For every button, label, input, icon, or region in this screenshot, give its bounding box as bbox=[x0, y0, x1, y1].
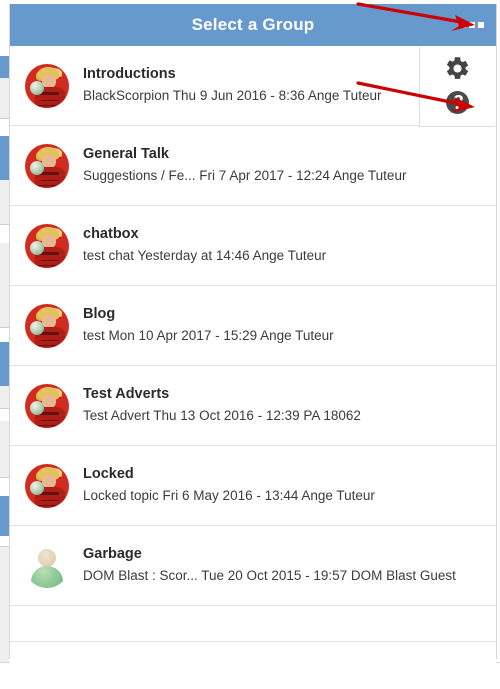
backdrop-strip bbox=[0, 421, 9, 477]
avatar bbox=[25, 383, 69, 428]
list-item[interactable]: General Talk Suggestions / Fe... Fri 7 A… bbox=[10, 126, 496, 206]
backdrop-strip bbox=[0, 536, 9, 546]
page-title: Select a Group bbox=[191, 15, 315, 34]
panel-header: Select a Group bbox=[10, 4, 496, 46]
group-subtitle: Locked topic Fri 6 May 2016 - 13:44 Ange… bbox=[83, 487, 375, 503]
list-item[interactable]: Locked Locked topic Fri 6 May 2016 - 13:… bbox=[10, 446, 496, 526]
group-title: Introductions bbox=[83, 65, 176, 82]
backdrop-strip bbox=[0, 243, 9, 327]
backdrop-strip bbox=[0, 136, 9, 180]
more-options-button[interactable] bbox=[456, 16, 488, 34]
avatar bbox=[25, 303, 69, 348]
backdrop-strip bbox=[0, 342, 9, 386]
list-item[interactable]: Test Adverts Test Advert Thu 13 Oct 2016… bbox=[10, 366, 496, 446]
group-list: Introductions BlackScorpion Thu 9 Jun 20… bbox=[10, 46, 496, 689]
backdrop-strip bbox=[0, 547, 9, 662]
group-title: Garbage bbox=[83, 545, 142, 562]
list-item-empty bbox=[10, 606, 496, 642]
avatar bbox=[25, 544, 69, 588]
list-item-empty bbox=[10, 642, 496, 689]
list-item[interactable]: Blog test Mon 10 Apr 2017 - 15:29 Ange T… bbox=[10, 286, 496, 366]
group-subtitle: test Mon 10 Apr 2017 - 15:29 Ange Tuteur bbox=[83, 327, 334, 343]
group-title: chatbox bbox=[83, 225, 139, 242]
group-subtitle: BlackScorpion Thu 9 Jun 2016 - 8:36 Ange… bbox=[83, 87, 382, 103]
backdrop-strip bbox=[0, 225, 9, 243]
dot-icon bbox=[478, 22, 484, 28]
backdrop-strip bbox=[0, 409, 9, 421]
backdrop-strip bbox=[0, 119, 9, 136]
backdrop-strip bbox=[0, 56, 9, 78]
list-item[interactable]: Garbage DOM Blast : Scor... Tue 20 Oct 2… bbox=[10, 526, 496, 606]
gear-icon[interactable] bbox=[444, 55, 471, 82]
list-item[interactable]: chatbox test chat Yesterday at 14:46 Ang… bbox=[10, 206, 496, 286]
backdrop-strip bbox=[0, 78, 9, 118]
avatar bbox=[25, 63, 69, 108]
group-subtitle: Suggestions / Fe... Fri 7 Apr 2017 - 12:… bbox=[83, 167, 407, 183]
backdrop-strip bbox=[0, 478, 9, 496]
group-subtitle: DOM Blast : Scor... Tue 20 Oct 2015 - 19… bbox=[83, 567, 456, 583]
backdrop-strip bbox=[0, 328, 9, 342]
group-title: Blog bbox=[83, 305, 116, 322]
group-title: Test Adverts bbox=[83, 385, 170, 402]
dot-icon bbox=[469, 22, 475, 28]
backdrop-strip bbox=[0, 180, 9, 224]
backdrop-strip bbox=[0, 386, 9, 408]
avatar bbox=[25, 223, 69, 268]
avatar bbox=[25, 463, 69, 508]
group-subtitle: test chat Yesterday at 14:46 Ange Tuteur bbox=[83, 247, 327, 263]
tool-box bbox=[419, 47, 495, 127]
help-button[interactable] bbox=[444, 89, 471, 116]
select-a-group-panel: Select a Group Introductions BlackScorpi… bbox=[9, 4, 497, 689]
avatar bbox=[25, 143, 69, 188]
backdrop-strip bbox=[0, 496, 9, 536]
backdrop-strip bbox=[0, 0, 9, 56]
group-title: Locked bbox=[83, 465, 134, 482]
dot-icon bbox=[460, 22, 466, 28]
group-subtitle: Test Advert Thu 13 Oct 2016 - 12:39 PA 1… bbox=[83, 407, 361, 423]
group-title: General Talk bbox=[83, 145, 169, 162]
